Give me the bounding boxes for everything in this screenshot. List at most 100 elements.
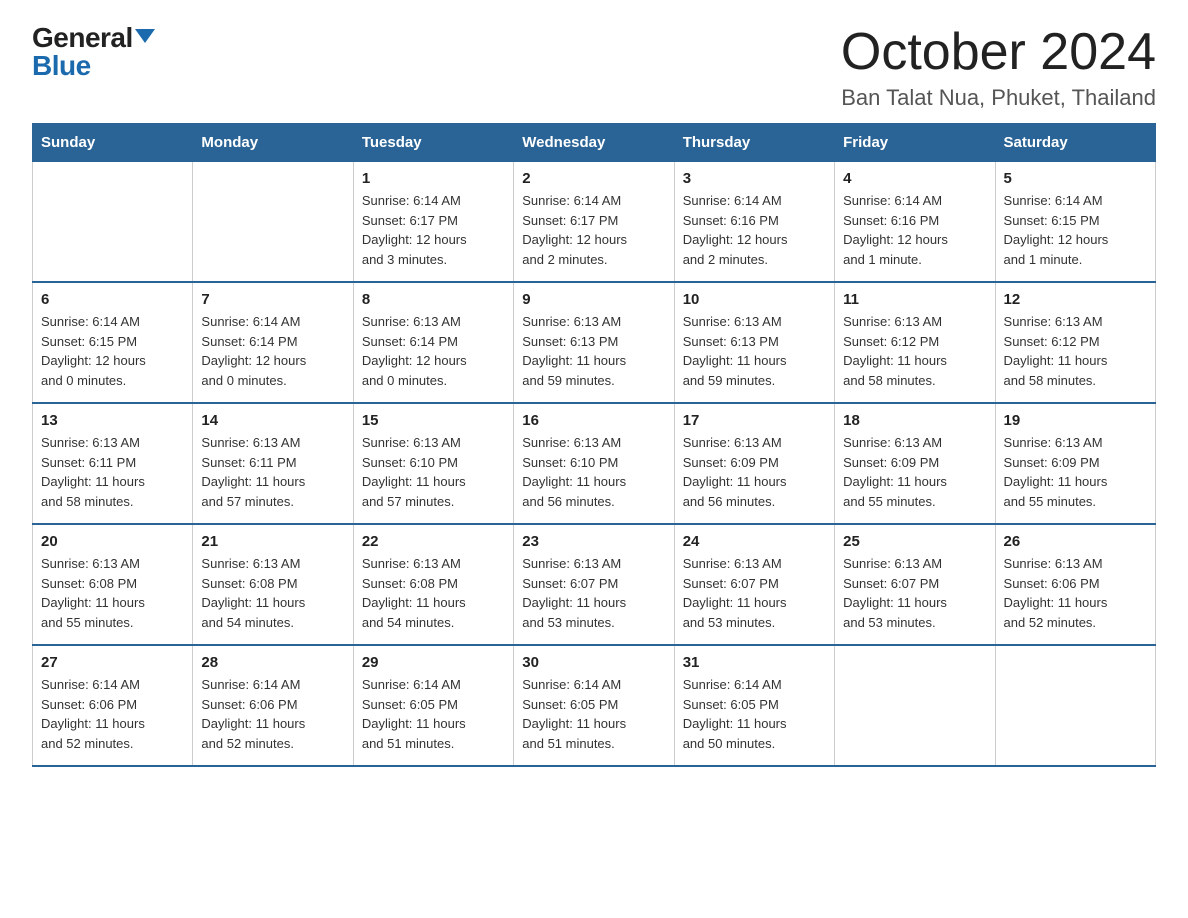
day-number: 3 bbox=[683, 170, 826, 187]
day-info: Sunrise: 6:14 AM Sunset: 6:17 PM Dayligh… bbox=[522, 191, 665, 269]
day-number: 21 bbox=[201, 533, 344, 550]
day-number: 7 bbox=[201, 291, 344, 308]
day-info: Sunrise: 6:14 AM Sunset: 6:15 PM Dayligh… bbox=[1004, 191, 1147, 269]
calendar-header-tuesday: Tuesday bbox=[353, 124, 513, 162]
day-info: Sunrise: 6:13 AM Sunset: 6:12 PM Dayligh… bbox=[1004, 312, 1147, 390]
calendar-cell: 9 Sunrise: 6:13 AM Sunset: 6:13 PM Daylig… bbox=[514, 282, 674, 403]
day-number: 16 bbox=[522, 412, 665, 429]
day-info: Sunrise: 6:13 AM Sunset: 6:09 PM Dayligh… bbox=[843, 433, 986, 511]
calendar-cell bbox=[995, 645, 1155, 766]
calendar-cell: 28 Sunrise: 6:14 AM Sunset: 6:06 PM Dayli… bbox=[193, 645, 353, 766]
calendar-cell bbox=[193, 162, 353, 283]
calendar-header-saturday: Saturday bbox=[995, 124, 1155, 162]
calendar-cell: 30Sunrise: 6:14 AM Sunset: 6:05 PM Dayli… bbox=[514, 645, 674, 766]
day-number: 20 bbox=[41, 533, 184, 550]
day-number: 24 bbox=[683, 533, 826, 550]
day-info: Sunrise: 6:13 AM Sunset: 6:08 PM Dayligh… bbox=[362, 554, 505, 632]
calendar-cell: 15 Sunrise: 6:13 AM Sunset: 6:10 PM Dayli… bbox=[353, 403, 513, 524]
logo: General Blue bbox=[32, 24, 155, 80]
day-info: Sunrise: 6:13 AM Sunset: 6:08 PM Dayligh… bbox=[201, 554, 344, 632]
day-info: Sunrise: 6:13 AM Sunset: 6:08 PM Dayligh… bbox=[41, 554, 184, 632]
calendar-cell: 13 Sunrise: 6:13 AM Sunset: 6:11 PM Dayli… bbox=[33, 403, 193, 524]
calendar-cell: 10Sunrise: 6:13 AM Sunset: 6:13 PM Dayli… bbox=[674, 282, 834, 403]
calendar-header-sunday: Sunday bbox=[33, 124, 193, 162]
day-number: 31 bbox=[683, 654, 826, 671]
calendar-cell: 18Sunrise: 6:13 AM Sunset: 6:09 PM Dayli… bbox=[835, 403, 995, 524]
day-number: 6 bbox=[41, 291, 184, 308]
calendar-week-row: 27 Sunrise: 6:14 AM Sunset: 6:06 PM Dayli… bbox=[33, 645, 1156, 766]
day-info: Sunrise: 6:14 AM Sunset: 6:14 PM Dayligh… bbox=[201, 312, 344, 390]
header: General Blue October 2024 Ban Talat Nua,… bbox=[32, 24, 1156, 111]
day-info: Sunrise: 6:13 AM Sunset: 6:11 PM Dayligh… bbox=[41, 433, 184, 511]
day-info: Sunrise: 6:14 AM Sunset: 6:05 PM Dayligh… bbox=[522, 675, 665, 753]
day-number: 29 bbox=[362, 654, 505, 671]
day-info: Sunrise: 6:13 AM Sunset: 6:06 PM Dayligh… bbox=[1004, 554, 1147, 632]
location: Ban Talat Nua, Phuket, Thailand bbox=[841, 85, 1156, 111]
day-info: Sunrise: 6:14 AM Sunset: 6:16 PM Dayligh… bbox=[843, 191, 986, 269]
day-number: 11 bbox=[843, 291, 986, 308]
day-info: Sunrise: 6:13 AM Sunset: 6:09 PM Dayligh… bbox=[683, 433, 826, 511]
calendar-week-row: 6 Sunrise: 6:14 AM Sunset: 6:15 PM Daylig… bbox=[33, 282, 1156, 403]
day-number: 17 bbox=[683, 412, 826, 429]
calendar-cell: 8 Sunrise: 6:13 AM Sunset: 6:14 PM Daylig… bbox=[353, 282, 513, 403]
calendar-cell: 16Sunrise: 6:13 AM Sunset: 6:10 PM Dayli… bbox=[514, 403, 674, 524]
calendar-header-friday: Friday bbox=[835, 124, 995, 162]
day-number: 12 bbox=[1004, 291, 1147, 308]
day-info: Sunrise: 6:14 AM Sunset: 6:16 PM Dayligh… bbox=[683, 191, 826, 269]
day-info: Sunrise: 6:13 AM Sunset: 6:10 PM Dayligh… bbox=[362, 433, 505, 511]
day-number: 26 bbox=[1004, 533, 1147, 550]
logo-general-text: General bbox=[32, 24, 133, 52]
title-section: October 2024 Ban Talat Nua, Phuket, Thai… bbox=[841, 24, 1156, 111]
calendar-cell: 21 Sunrise: 6:13 AM Sunset: 6:08 PM Dayli… bbox=[193, 524, 353, 645]
calendar-cell: 24 Sunrise: 6:13 AM Sunset: 6:07 PM Dayli… bbox=[674, 524, 834, 645]
calendar-cell: 19 Sunrise: 6:13 AM Sunset: 6:09 PM Dayli… bbox=[995, 403, 1155, 524]
calendar-cell: 1Sunrise: 6:14 AM Sunset: 6:17 PM Daylig… bbox=[353, 162, 513, 283]
day-number: 9 bbox=[522, 291, 665, 308]
day-info: Sunrise: 6:13 AM Sunset: 6:09 PM Dayligh… bbox=[1004, 433, 1147, 511]
day-number: 2 bbox=[522, 170, 665, 187]
calendar-cell: 6 Sunrise: 6:14 AM Sunset: 6:15 PM Daylig… bbox=[33, 282, 193, 403]
day-number: 28 bbox=[201, 654, 344, 671]
calendar-cell: 26 Sunrise: 6:13 AM Sunset: 6:06 PM Dayli… bbox=[995, 524, 1155, 645]
day-info: Sunrise: 6:13 AM Sunset: 6:14 PM Dayligh… bbox=[362, 312, 505, 390]
day-number: 8 bbox=[362, 291, 505, 308]
calendar-cell: 12 Sunrise: 6:13 AM Sunset: 6:12 PM Dayli… bbox=[995, 282, 1155, 403]
day-info: Sunrise: 6:14 AM Sunset: 6:05 PM Dayligh… bbox=[683, 675, 826, 753]
day-number: 25 bbox=[843, 533, 986, 550]
calendar-header-wednesday: Wednesday bbox=[514, 124, 674, 162]
calendar-cell bbox=[33, 162, 193, 283]
calendar-cell bbox=[835, 645, 995, 766]
calendar-cell: 14 Sunrise: 6:13 AM Sunset: 6:11 PM Dayli… bbox=[193, 403, 353, 524]
day-info: Sunrise: 6:13 AM Sunset: 6:07 PM Dayligh… bbox=[683, 554, 826, 632]
day-info: Sunrise: 6:13 AM Sunset: 6:13 PM Dayligh… bbox=[522, 312, 665, 390]
day-number: 13 bbox=[41, 412, 184, 429]
day-number: 27 bbox=[41, 654, 184, 671]
day-number: 4 bbox=[843, 170, 986, 187]
day-info: Sunrise: 6:14 AM Sunset: 6:05 PM Dayligh… bbox=[362, 675, 505, 753]
logo-triangle-icon bbox=[135, 29, 155, 43]
calendar-cell: 29 Sunrise: 6:14 AM Sunset: 6:05 PM Dayli… bbox=[353, 645, 513, 766]
calendar-cell: 5 Sunrise: 6:14 AM Sunset: 6:15 PM Daylig… bbox=[995, 162, 1155, 283]
day-number: 15 bbox=[362, 412, 505, 429]
calendar-cell: 27Sunrise: 6:14 AM Sunset: 6:06 PM Dayli… bbox=[33, 645, 193, 766]
month-title: October 2024 bbox=[841, 24, 1156, 81]
day-info: Sunrise: 6:13 AM Sunset: 6:07 PM Dayligh… bbox=[522, 554, 665, 632]
calendar-header-monday: Monday bbox=[193, 124, 353, 162]
day-info: Sunrise: 6:14 AM Sunset: 6:15 PM Dayligh… bbox=[41, 312, 184, 390]
day-number: 19 bbox=[1004, 412, 1147, 429]
calendar-cell: 23Sunrise: 6:13 AM Sunset: 6:07 PM Dayli… bbox=[514, 524, 674, 645]
day-info: Sunrise: 6:14 AM Sunset: 6:06 PM Dayligh… bbox=[201, 675, 344, 753]
day-info: Sunrise: 6:13 AM Sunset: 6:12 PM Dayligh… bbox=[843, 312, 986, 390]
day-info: Sunrise: 6:13 AM Sunset: 6:13 PM Dayligh… bbox=[683, 312, 826, 390]
day-number: 5 bbox=[1004, 170, 1147, 187]
calendar-cell: 17 Sunrise: 6:13 AM Sunset: 6:09 PM Dayli… bbox=[674, 403, 834, 524]
day-info: Sunrise: 6:14 AM Sunset: 6:17 PM Dayligh… bbox=[362, 191, 505, 269]
day-info: Sunrise: 6:13 AM Sunset: 6:07 PM Dayligh… bbox=[843, 554, 986, 632]
calendar-cell: 22 Sunrise: 6:13 AM Sunset: 6:08 PM Dayli… bbox=[353, 524, 513, 645]
day-info: Sunrise: 6:13 AM Sunset: 6:11 PM Dayligh… bbox=[201, 433, 344, 511]
calendar-cell: 4 Sunrise: 6:14 AM Sunset: 6:16 PM Daylig… bbox=[835, 162, 995, 283]
calendar-cell: 3 Sunrise: 6:14 AM Sunset: 6:16 PM Daylig… bbox=[674, 162, 834, 283]
day-number: 22 bbox=[362, 533, 505, 550]
calendar-table: SundayMondayTuesdayWednesdayThursdayFrid… bbox=[32, 123, 1156, 767]
day-number: 14 bbox=[201, 412, 344, 429]
